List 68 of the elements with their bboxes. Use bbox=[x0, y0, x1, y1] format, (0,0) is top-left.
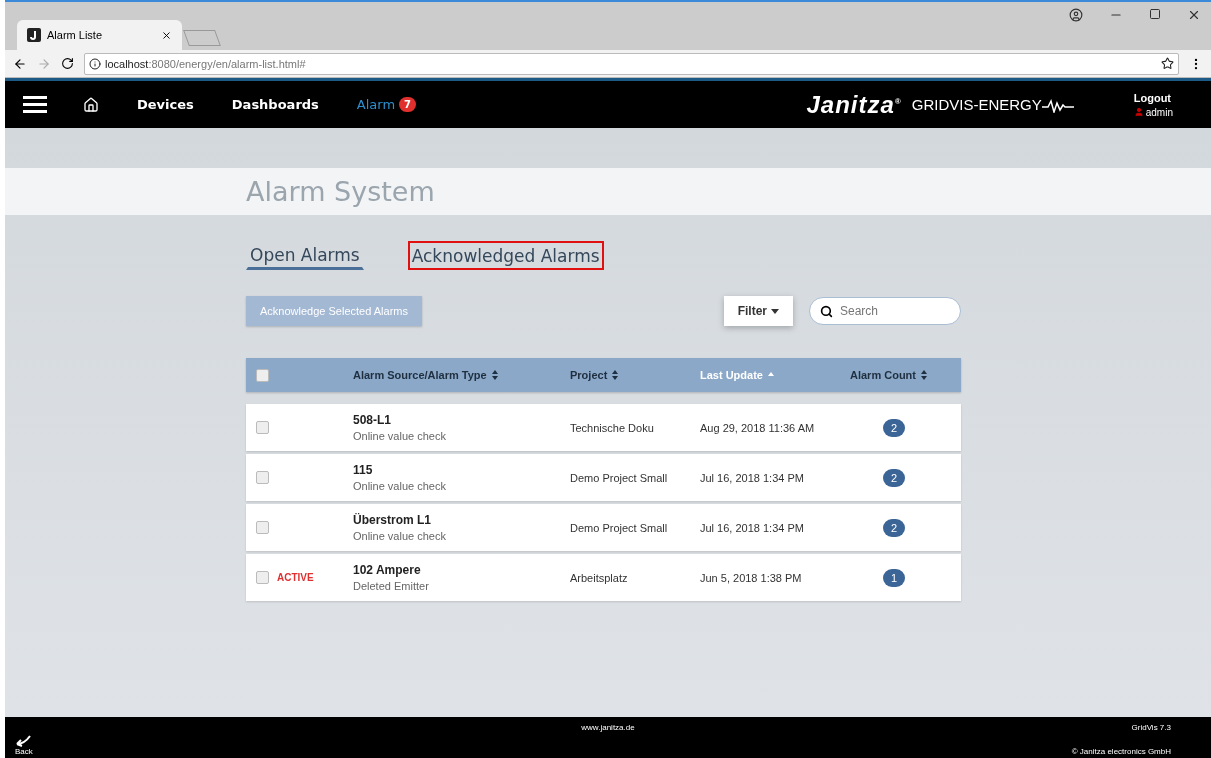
alarm-count-badge: 7 bbox=[399, 97, 417, 112]
alarm-type: Online value check bbox=[353, 530, 447, 542]
project-cell-text: Arbeitsplatz bbox=[570, 571, 629, 584]
user-icon bbox=[1133, 107, 1144, 117]
site-favicon-icon bbox=[27, 28, 41, 42]
product-name: GRIDVIS-ENERGY bbox=[911, 96, 1042, 113]
brand-logo: Janitza$^{®}$ bbox=[806, 90, 902, 119]
row-checkbox[interactable] bbox=[256, 421, 269, 434]
alarm-source: 508-L1 bbox=[353, 413, 393, 427]
version-text: GridVis 7.3 bbox=[1131, 723, 1171, 732]
caret-icon bbox=[771, 308, 779, 314]
date-cell-text: Jun 5, 2018 1:38 PM bbox=[700, 571, 803, 584]
tab-title: Alarm Liste bbox=[47, 29, 104, 41]
browser-tab[interactable]: Alarm Liste bbox=[17, 20, 182, 50]
maximize-icon[interactable] bbox=[1149, 8, 1161, 20]
home-icon[interactable] bbox=[83, 96, 99, 113]
tab[interactable]: Acknowledged Alarms bbox=[407, 241, 604, 270]
user-name: admin bbox=[1145, 106, 1173, 118]
logout-link[interactable]: Logout bbox=[1133, 91, 1173, 104]
project-cell-text: Demo Project Small bbox=[570, 521, 669, 534]
nav-link[interactable]: Alarm 7 bbox=[356, 97, 417, 112]
website-link[interactable]: www.janitza.de bbox=[581, 723, 635, 732]
back-icon[interactable] bbox=[13, 56, 27, 71]
alarm-source: 102 Ampere bbox=[353, 563, 422, 577]
project-cell-text: Demo Project Small bbox=[570, 471, 669, 484]
nav-link[interactable]: Dashboards bbox=[231, 97, 319, 112]
alarm-row[interactable]: Überstrom L1 Online value check Demo Project Small Jul 16, 2018 1:34 PM 2 bbox=[246, 504, 961, 551]
alarm-count-badge: 2 bbox=[883, 419, 905, 437]
info-icon bbox=[89, 57, 101, 70]
column-header[interactable]: Alarm Count bbox=[850, 369, 961, 381]
date-cell-text: Aug 29, 2018 11:36 AM bbox=[700, 421, 816, 434]
profile-icon[interactable] bbox=[1069, 8, 1083, 22]
back-arrow-icon[interactable] bbox=[15, 735, 31, 747]
back-link[interactable]: Back bbox=[15, 747, 33, 756]
alarm-row[interactable]: ACTIVE 102 Ampere Deleted Emitter Arbeitsplatz Jun 5, 2018 1:38 PM 1 bbox=[246, 554, 961, 601]
search-icon bbox=[820, 304, 833, 318]
date-cell-text: Jul 16, 2018 1:34 PM bbox=[700, 471, 805, 484]
alarm-source: 115 bbox=[353, 463, 374, 477]
reload-icon[interactable] bbox=[61, 57, 74, 70]
page-title: Alarm System bbox=[246, 176, 435, 207]
alarm-type: Deleted Emitter bbox=[353, 580, 430, 592]
address-field[interactable]: localhost:8080/energy/en/alarm-list.html# bbox=[84, 52, 1179, 75]
column-header[interactable]: Project bbox=[570, 369, 700, 381]
project-cell-text: Technische Doku bbox=[570, 421, 655, 434]
nav-link[interactable]: Devices bbox=[137, 97, 194, 112]
alarm-count-badge: 1 bbox=[883, 569, 905, 587]
menu-icon[interactable] bbox=[23, 95, 47, 114]
row-checkbox[interactable] bbox=[256, 471, 269, 484]
close-icon[interactable] bbox=[161, 29, 172, 41]
alarm-count-badge: 2 bbox=[883, 519, 905, 537]
column-header[interactable]: Alarm Source/Alarm Type bbox=[353, 369, 570, 381]
close-icon[interactable] bbox=[1187, 8, 1201, 22]
search-field[interactable]: Search bbox=[809, 297, 961, 325]
status-label: ACTIVE bbox=[277, 572, 314, 583]
star-icon[interactable] bbox=[1161, 57, 1174, 70]
alarm-row[interactable]: 115 Online value check Demo Project Small Jul 16, 2018 1:34 PM 2 bbox=[246, 454, 961, 501]
copyright-text: © Janitza electronics GmbH bbox=[1071, 747, 1171, 756]
select-all-checkbox[interactable] bbox=[256, 368, 269, 382]
tab[interactable]: Open Alarms bbox=[246, 241, 364, 270]
filter-button[interactable]: Filter bbox=[723, 296, 793, 326]
alarm-type: Online value check bbox=[353, 480, 447, 492]
alarm-count-badge: 2 bbox=[883, 469, 905, 487]
alarm-source: Überstrom L1 bbox=[353, 513, 433, 527]
row-checkbox[interactable] bbox=[256, 521, 269, 534]
alarm-row[interactable]: 508-L1 Online value check Technische Doku Aug 29, 2018 11:36 AM 2 bbox=[246, 404, 961, 451]
alarm-type: Online value check bbox=[353, 430, 447, 442]
row-checkbox[interactable] bbox=[256, 571, 269, 584]
date-cell-text: Jul 16, 2018 1:34 PM bbox=[700, 521, 805, 534]
